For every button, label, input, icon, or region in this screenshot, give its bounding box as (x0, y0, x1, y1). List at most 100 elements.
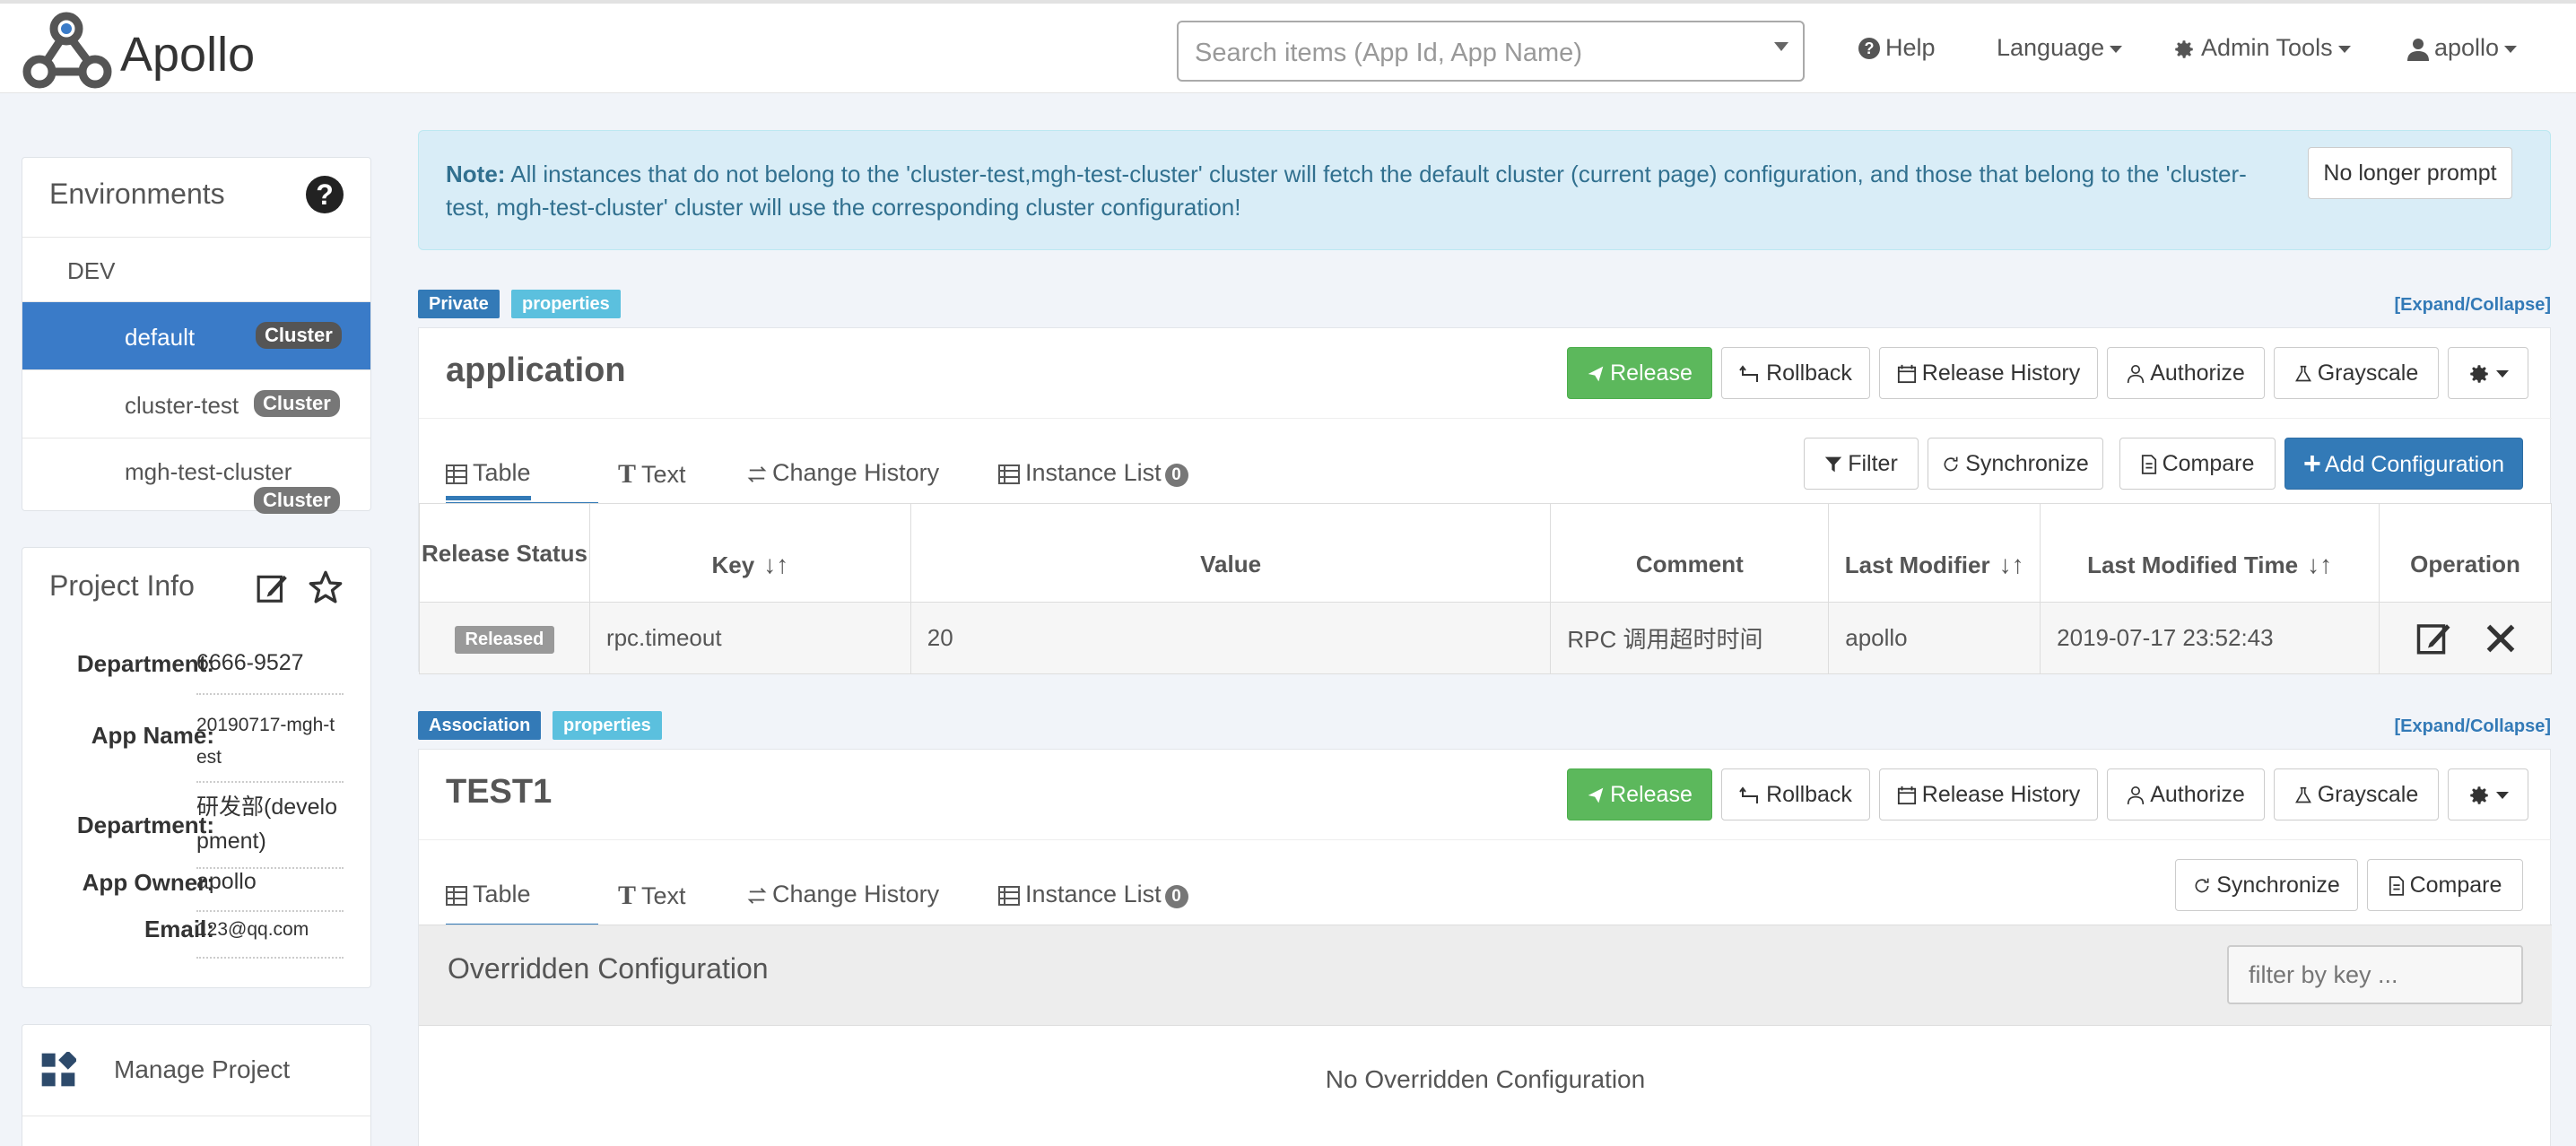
manage-project-label: Manage Project (114, 1055, 291, 1083)
sort-icon[interactable]: ↓↑ (1999, 551, 2024, 579)
manage-project-link[interactable]: Manage Project (22, 1025, 370, 1116)
tab-table-label: Table (473, 881, 531, 907)
note-prefix: Note: (446, 161, 506, 187)
tab-table[interactable]: Table (446, 881, 531, 908)
synchronize-button[interactable]: Synchronize (1928, 438, 2103, 490)
release-label: Release (1610, 360, 1693, 386)
synchronize-label: Synchronize (2216, 873, 2340, 898)
apollo-logo-icon[interactable] (20, 9, 118, 91)
language-menu[interactable]: Language (1997, 34, 2123, 62)
compare-button[interactable]: Compare (2119, 438, 2276, 490)
env-item-dev[interactable]: DEV (22, 237, 370, 301)
user-icon (2128, 786, 2145, 805)
info-row-email: Email: 123@qq.com (22, 916, 372, 969)
flask-icon (2294, 787, 2311, 803)
tab-text[interactable]: T Text (618, 881, 686, 911)
no-longer-prompt-button[interactable]: No longer prompt (2308, 147, 2512, 199)
column-header-last-modified-time[interactable]: Last Modified Time ↓↑ (2040, 503, 2380, 603)
grayscale-button[interactable]: Grayscale (2274, 768, 2439, 820)
grayscale-button[interactable]: Grayscale (2274, 347, 2439, 399)
filter-by-key-input[interactable] (2227, 945, 2523, 1004)
info-row-department: Department: 6666-9527 (22, 650, 372, 704)
tab-change-history[interactable]: Change History (747, 881, 939, 908)
info-key: Department: (76, 812, 214, 838)
brand-name[interactable]: Apollo (120, 27, 255, 82)
dashboard-icon (41, 1052, 76, 1087)
refresh-icon (1944, 457, 1958, 472)
release-history-label: Release History (1921, 360, 2081, 386)
tab-change-history[interactable]: Change History (747, 459, 939, 487)
user-icon (2128, 365, 2145, 384)
star-icon[interactable] (308, 569, 344, 605)
column-header-last-modifier[interactable]: Last Modifier ↓↑ (1828, 503, 2041, 603)
column-header-key[interactable]: Key ↓↑ (588, 503, 911, 603)
namespace-settings-button[interactable] (2448, 768, 2528, 820)
cluster-item-cluster-test[interactable]: cluster-test Cluster (22, 369, 370, 438)
rollback-button[interactable]: Rollback (1721, 347, 1870, 399)
note-body: All instances that do not belong to the … (446, 161, 2247, 221)
tab-table-label: Table (473, 459, 531, 486)
add-configuration-label: Add Configuration (2324, 452, 2504, 477)
release-label: Release (1610, 782, 1693, 807)
tab-text[interactable]: T Text (618, 459, 686, 490)
instance-count-badge: 0 (1164, 464, 1188, 487)
tab-instance-list-label: Instance List (1025, 459, 1162, 486)
help-link[interactable]: ? Help (1858, 34, 1936, 62)
sort-icon[interactable]: ↓↑ (763, 551, 788, 579)
admin-tools-menu[interactable]: Admin Tools (2172, 34, 2351, 62)
cluster-item-default[interactable]: default Cluster (22, 301, 370, 369)
tab-table[interactable]: Table (446, 459, 531, 500)
info-value: apollo (196, 869, 344, 912)
divider (419, 1025, 2552, 1026)
namespace-settings-button[interactable] (2448, 347, 2528, 399)
release-history-button[interactable]: Release History (1879, 347, 2098, 399)
calendar-icon (1897, 365, 1916, 384)
info-row-app-owner: App Owner: apollo (22, 869, 372, 919)
project-info-title: Project Info (49, 569, 195, 602)
release-button[interactable]: Release (1567, 347, 1712, 399)
expand-collapse-link[interactable]: [Expand/Collapse] (2395, 295, 2551, 316)
synchronize-button[interactable]: Synchronize (2175, 859, 2358, 911)
authorize-button[interactable]: Authorize (2107, 347, 2265, 399)
release-button[interactable]: Release (1567, 768, 1712, 820)
edit-icon[interactable] (256, 571, 290, 605)
note-text: Note: All instances that do not belong t… (446, 158, 2276, 224)
table-icon (446, 464, 467, 484)
namespace-type-tag: Association (418, 711, 542, 740)
tab-instance-list[interactable]: Instance List 0 (998, 459, 1188, 487)
release-history-button[interactable]: Release History (1879, 768, 2098, 820)
column-header-value: Value (909, 503, 1552, 603)
top-navbar: Apollo ?Help Language Admin Tools apollo (0, 0, 2576, 93)
tab-change-history-label: Change History (772, 881, 940, 907)
text-icon: T (618, 459, 637, 489)
user-menu[interactable]: apollo (2407, 34, 2518, 62)
project-info-panel: Project Info Department: 6666-9527 App N… (22, 547, 371, 988)
help-icon[interactable]: ? (306, 176, 344, 213)
no-overridden-configuration-message: No Overridden Configuration (1325, 1065, 1646, 1093)
cluster-item-mgh-test-cluster[interactable]: mgh-test-cluster Cluster (22, 438, 370, 514)
help-label: Help (1885, 34, 1936, 61)
compare-button[interactable]: Compare (2367, 859, 2523, 911)
tab-instance-list[interactable]: Instance List 0 (998, 881, 1188, 908)
edit-icon[interactable] (2415, 620, 2453, 657)
chevron-down-icon (2504, 45, 2518, 53)
chevron-down-icon[interactable] (1774, 42, 1788, 51)
filter-button[interactable]: Filter (1804, 438, 1919, 490)
released-badge: Released (454, 625, 555, 654)
flask-icon (2294, 366, 2311, 382)
expand-collapse-link[interactable]: [Expand/Collapse] (2395, 716, 2551, 737)
app-search-box[interactable] (1177, 21, 1805, 82)
sort-icon[interactable]: ↓↑ (2307, 551, 2332, 579)
synchronize-label: Synchronize (1965, 451, 2089, 476)
rollback-label: Rollback (1766, 360, 1852, 386)
rollback-button[interactable]: Rollback (1721, 768, 1870, 820)
undo-icon (1739, 786, 1759, 804)
search-input[interactable] (1195, 37, 1733, 69)
info-row-department-2: Department: 研发部(development) (22, 790, 372, 871)
authorize-button[interactable]: Authorize (2107, 768, 2265, 820)
gear-icon (2470, 786, 2488, 805)
delete-icon[interactable] (2485, 622, 2517, 655)
grayscale-label: Grayscale (2317, 782, 2419, 807)
add-configuration-button[interactable]: + Add Configuration (2284, 438, 2523, 490)
language-label: Language (1997, 34, 2105, 61)
